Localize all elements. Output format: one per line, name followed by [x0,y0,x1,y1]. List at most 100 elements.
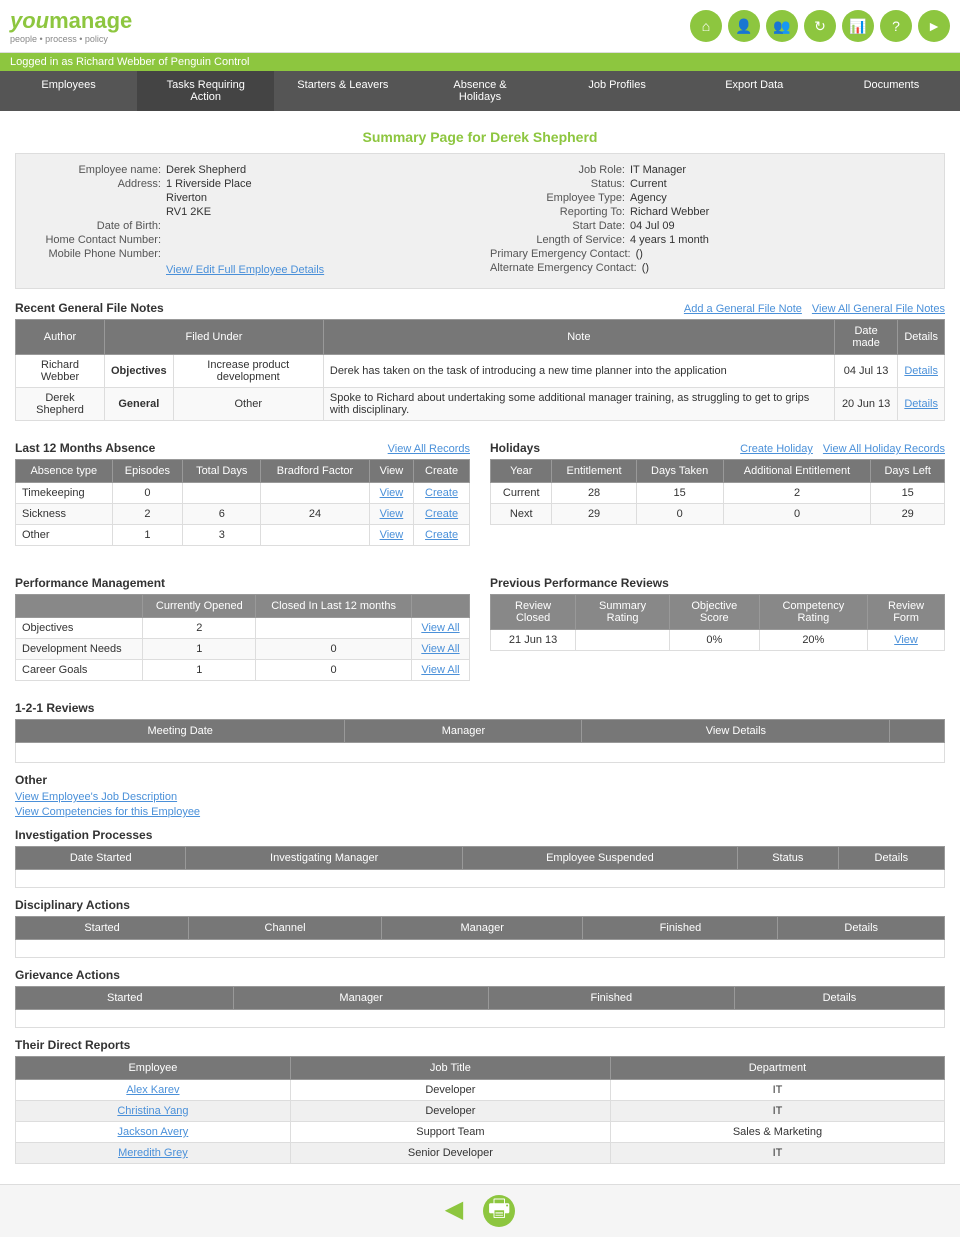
competencies-link[interactable]: View Competencies for this Employee [15,806,945,818]
refresh-icon[interactable]: ↻ [804,10,836,42]
job-description-link[interactable]: View Employee's Job Description [15,791,945,803]
pp-col-2: Objective Score [669,595,759,630]
prev-performance-title: Previous Performance Reviews [490,576,669,590]
disciplinary-title: Disciplinary Actions [15,898,130,912]
primary-emergency-label: Primary Emergency Contact: [490,248,636,260]
hol-col-0: Year [491,460,552,483]
nav-starters[interactable]: Starters & Leavers [274,71,411,111]
investigation-title: Investigation Processes [15,828,152,842]
absence-holidays-row: Last 12 Months Absence View All Records … [15,431,945,556]
inv-col-0: Date Started [16,847,186,870]
grievance-table: Started Manager Finished Details [15,986,945,1028]
inv-col-1: Investigating Manager [186,847,462,870]
nav-documents[interactable]: Documents [823,71,960,111]
disciplinary-table: Started Channel Manager Finished Details [15,916,945,958]
nav-absence[interactable]: Absence & Holidays [411,71,548,111]
abs-col-0: Absence type [16,460,113,483]
nav-employees[interactable]: Employees [0,71,137,111]
start-date-label: Start Date: [490,220,630,232]
table-row: Current 28 15 2 15 [491,483,945,504]
people-icon[interactable]: 👥 [766,10,798,42]
help-icon[interactable]: ? [880,10,912,42]
view-all-file-notes-link[interactable]: View All General File Notes [812,303,945,315]
investigation-table: Date Started Investigating Manager Emplo… [15,846,945,888]
nav-export[interactable]: Export Data [686,71,823,111]
abs-col-4: View [369,460,413,483]
dis-col-4: Details [778,917,945,940]
back-button[interactable]: ◀ [445,1195,463,1227]
file-notes-title: Recent General File Notes [15,301,164,315]
fn-details-1[interactable]: Details [898,388,945,421]
inv-col-4: Details [838,847,944,870]
chart-icon[interactable]: 📊 [842,10,874,42]
fn-note-0: Derek has taken on the task of introduci… [323,355,834,388]
address-city: Riverton [166,192,207,204]
file-notes-table: Author Filed Under Note Date made Detail… [15,319,945,421]
view-all-absence-link[interactable]: View All Records [388,443,470,455]
job-role-value: IT Manager [630,164,686,176]
performance-table: Currently Opened Closed In Last 12 month… [15,594,470,681]
fn-filed-1: General [105,388,174,421]
abs-col-2: Total Days [183,460,261,483]
grievance-title: Grievance Actions [15,968,120,982]
table-row: Development Needs 1 0 View All [16,639,470,660]
header-nav-icons: ⌂ 👤 👥 ↻ 📊 ? ► [690,10,950,42]
create-holiday-link[interactable]: Create Holiday [740,443,813,455]
holidays-header: Holidays Create Holiday View All Holiday… [490,441,945,455]
nav-tasks[interactable]: Tasks Requiring Action [137,71,274,111]
table-row: Derek Shepherd General Other Spoke to Ri… [16,388,945,421]
person-icon[interactable]: 👤 [728,10,760,42]
hol-col-4: Days Left [871,460,945,483]
address-label: Address: [26,178,166,190]
table-row [16,870,945,888]
col-author: Author [16,320,105,355]
fn-details-0[interactable]: Details [898,355,945,388]
name-label: Employee name: [26,164,166,176]
investigation-header: Investigation Processes [15,828,945,842]
forward-icon[interactable]: ► [918,10,950,42]
print-button[interactable]: 🖶 [483,1195,515,1227]
table-row: Next 29 0 0 29 [491,504,945,525]
fn-filed-0: Objectives [105,355,174,388]
dis-col-1: Channel [189,917,382,940]
fn-sub-0: Increase product development [173,355,323,388]
table-row: Sickness 2 6 24 View Create [16,504,470,525]
table-row: Jackson Avery Support Team Sales & Marke… [16,1122,945,1143]
job-role-label: Job Role: [490,164,630,176]
employee-info-box: Employee name:Derek Shepherd Address:1 R… [15,153,945,289]
dr-col-0: Employee [16,1057,291,1080]
view-all-holidays-link[interactable]: View All Holiday Records [823,443,945,455]
col-date: Date made [834,320,897,355]
reviews-table: Meeting Date Manager View Details [15,719,945,763]
alt-emergency-value: () [642,262,649,274]
table-row: Timekeeping 0 View Create [16,483,470,504]
dob-label: Date of Birth: [26,220,166,232]
reporting-value: Richard Webber [630,206,709,218]
emp-type-label: Employee Type: [490,192,630,204]
other-links: View Employee's Job Description View Com… [15,791,945,818]
primary-emergency-value: () [636,248,643,260]
gri-col-2: Finished [488,987,734,1010]
start-date-value: 04 Jul 09 [630,220,675,232]
logo: youmanage people • process • policy [10,8,132,44]
main-content: Summary Page for Derek Shepherd Employee… [0,111,960,1184]
dr-col-1: Job Title [290,1057,610,1080]
table-row: Richard Webber Objectives Increase produ… [16,355,945,388]
mobile-label: Mobile Phone Number: [26,248,166,260]
info-left: Employee name:Derek Shepherd Address:1 R… [26,164,470,278]
performance-header: Performance Management [15,576,470,590]
direct-reports-table: Employee Job Title Department Alex Karev… [15,1056,945,1164]
absence-title: Last 12 Months Absence [15,441,155,455]
col-filed-under: Filed Under [105,320,324,355]
table-row: Objectives 2 View All [16,618,470,639]
table-row: Alex Karev Developer IT [16,1080,945,1101]
nav-jobs[interactable]: Job Profiles [549,71,686,111]
fn-author-0: Richard Webber [16,355,105,388]
other-title: Other [15,773,47,787]
add-file-note-link[interactable]: Add a General File Note [684,303,802,315]
fn-author-1: Derek Shepherd [16,388,105,421]
home-icon[interactable]: ⌂ [690,10,722,42]
view-edit-link[interactable]: View/ Edit Full Employee Details [166,264,324,276]
rev-col-2: View Details [582,720,890,743]
rev-col-1: Manager [345,720,582,743]
